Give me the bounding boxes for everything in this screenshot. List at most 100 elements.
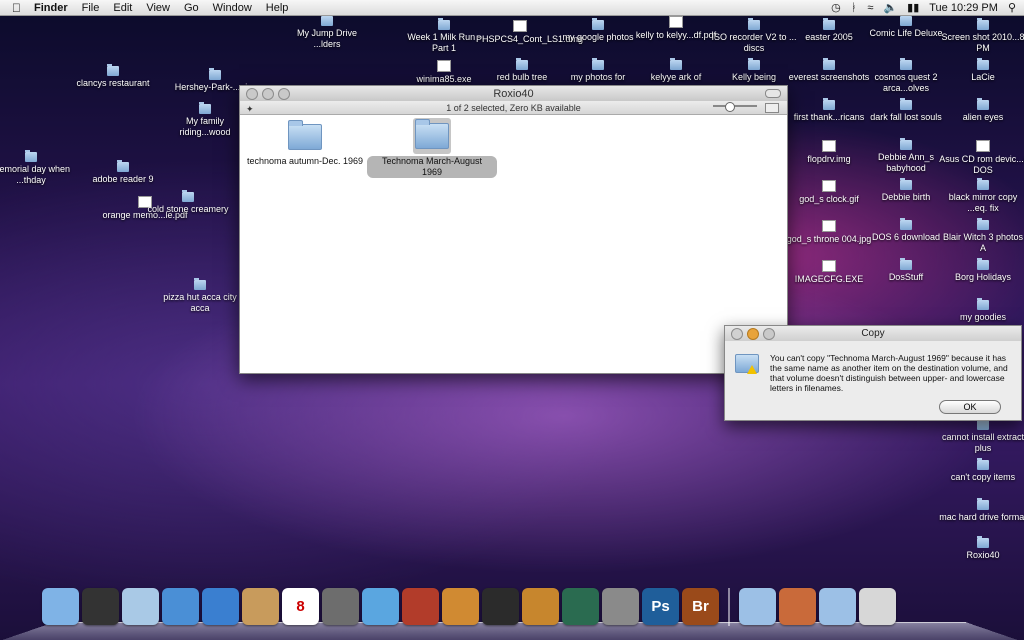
desktop-icon[interactable]: god_s clock.gif [785, 180, 873, 205]
desktop-icon[interactable]: Screen shot 2010...8 PM [939, 18, 1024, 54]
address-book-icon[interactable] [242, 588, 279, 625]
menu-edit[interactable]: Edit [113, 2, 132, 14]
volume-icon[interactable]: 🔈 [883, 1, 897, 14]
desktop-icon[interactable]: clancys restaurant [69, 64, 157, 89]
desktop-icon[interactable]: My family riding...wood [161, 102, 249, 138]
desktop-icon[interactable]: kelyye ark of [632, 58, 720, 83]
desktop-icon-label: adobe reader 9 [92, 174, 154, 184]
folder-icon [900, 98, 912, 110]
desktop-icon[interactable]: my goodies [939, 298, 1024, 323]
desktop-icon[interactable]: kelly to kelyy...df.pdf [632, 16, 720, 41]
bluetooth-icon[interactable]: ᛓ [851, 2, 858, 14]
dashboard-icon[interactable] [82, 588, 119, 625]
desktop-icon[interactable]: god_s throne 004.jpg [785, 220, 873, 245]
document-icon [976, 140, 990, 152]
time-machine-menu-icon[interactable]: ◷ [831, 1, 841, 14]
folder-item-selected[interactable]: Technoma March-August 1969 [367, 118, 497, 178]
battery-icon[interactable]: ▮▮ [907, 1, 919, 14]
folder-icon [194, 278, 206, 290]
desktop-icon[interactable]: Comic Life Deluxe [862, 14, 950, 39]
iphoto-icon[interactable] [442, 588, 479, 625]
desktop-icon[interactable]: cold stone creamery [144, 190, 232, 215]
desktop-icon[interactable]: red bulb tree [478, 58, 566, 83]
menu-go[interactable]: Go [184, 2, 199, 14]
desktop-icon-label: can't copy items [950, 472, 1016, 482]
desktop-icon[interactable]: everest screenshots [785, 58, 873, 83]
ichat-icon[interactable] [202, 588, 239, 625]
desktop-icon[interactable]: mac hard drive format [939, 498, 1024, 523]
imovie-icon[interactable] [482, 588, 519, 625]
desktop-icon[interactable]: Debbie birth [862, 178, 950, 203]
desktop-icon[interactable]: Debbie Ann_s babyhood [862, 138, 950, 174]
spotlight-icon[interactable]: ⚲ [1008, 1, 1016, 14]
desktop-icon[interactable]: adobe reader 9 [79, 160, 167, 185]
desktop-icon[interactable]: dark fall lost souls [862, 98, 950, 123]
menu-extras: ◷ ᛓ ≈ 🔈 ▮▮ Tue 10:29 PM ⚲ [831, 1, 1016, 15]
time-machine-icon[interactable] [562, 588, 599, 625]
desktop-icon[interactable]: IMAGECFG.EXE [785, 260, 873, 285]
desktop-icon[interactable]: Week 1 Milk Run - Part 1 [400, 18, 488, 54]
photo-booth-icon[interactable] [402, 588, 439, 625]
desktop-icon[interactable]: black mirror copy ...eq. fix [939, 178, 1024, 214]
finder-titlebar[interactable]: Roxio40 [240, 86, 787, 101]
desktop-icon[interactable]: flopdrv.img [785, 140, 873, 165]
documents-stack-icon[interactable] [779, 588, 816, 625]
clock[interactable]: Tue 10:29 PM [929, 2, 998, 14]
desktop-icon[interactable]: my google photos [554, 18, 642, 43]
desktop-icon[interactable]: Borg Holidays [939, 258, 1024, 283]
dialog-titlebar[interactable]: Copy [725, 326, 1021, 341]
document-icon [822, 220, 836, 232]
desktop-icon[interactable]: alien eyes [939, 98, 1024, 123]
desktop-icon[interactable]: my photos for [554, 58, 642, 83]
desktop-icon[interactable]: pizza hut acca city acca [156, 278, 244, 314]
desktop-icon[interactable]: can't copy items [939, 458, 1024, 483]
mail-icon[interactable] [122, 588, 159, 625]
desktop-icon[interactable]: DOS 6 download [862, 218, 950, 243]
desktop-icon[interactable]: Asus CD rom devic...r DOS [939, 140, 1024, 176]
desktop-icon[interactable]: first thank...ricans [785, 98, 873, 123]
desktop-icon[interactable]: cannot install extract plus [939, 418, 1024, 454]
desktop-icon[interactable]: memorial day when ...thday [0, 150, 75, 186]
wifi-icon[interactable]: ≈ [867, 2, 873, 14]
itunes-icon[interactable] [362, 588, 399, 625]
documents-folder-icon[interactable] [819, 588, 856, 625]
desktop-icon[interactable]: winima85.exe [400, 60, 488, 85]
desktop-icon[interactable]: cosmos quest 2 arca...olves [862, 58, 950, 94]
menu-view[interactable]: View [146, 2, 170, 14]
preview-icon[interactable] [322, 588, 359, 625]
garageband-icon[interactable] [522, 588, 559, 625]
menu-help[interactable]: Help [266, 2, 289, 14]
desktop-icon-label: dark fall lost souls [870, 112, 942, 122]
trash-icon[interactable] [859, 588, 896, 625]
applications-folder-icon[interactable] [739, 588, 776, 625]
ok-button[interactable]: OK [939, 400, 1001, 414]
desktop-icon-label: Comic Life Deluxe [869, 28, 943, 38]
folder-icon [977, 98, 989, 110]
icon-size-slider[interactable] [713, 102, 757, 112]
folder-item[interactable]: technoma autumn-Dec. 1969 [240, 120, 370, 167]
finder-icon[interactable] [42, 588, 79, 625]
folder-icon [900, 218, 912, 230]
bridge-icon[interactable]: Br [682, 588, 719, 625]
desktop-icon-label: Debbie birth [881, 192, 931, 202]
desktop-icon[interactable]: PHSPCS4_Cont_LS1.dmg [476, 20, 583, 45]
menu-window[interactable]: Window [213, 2, 252, 14]
folder-icon [977, 218, 989, 230]
safari-icon[interactable] [162, 588, 199, 625]
desktop-icon[interactable]: My Jump Drive ...lders [283, 14, 371, 50]
desktop-icon[interactable]: LaCie [939, 58, 1024, 83]
ical-icon[interactable]: 8 [282, 588, 319, 625]
toolbar-toggle-button[interactable] [765, 89, 781, 98]
desktop-icon-label: cannot install extract plus [941, 432, 1024, 453]
desktop-icon[interactable]: easter 2005 [785, 18, 873, 43]
folder-icon [977, 418, 989, 430]
system-preferences-icon[interactable] [602, 588, 639, 625]
menu-finder[interactable]: Finder [34, 2, 68, 14]
desktop-icon[interactable]: Roxio40 [939, 536, 1024, 561]
menu-file[interactable]: File [82, 2, 100, 14]
desktop-icon[interactable]: Blair Witch 3 photos A [939, 218, 1024, 254]
desktop-icon-label: god_s throne 004.jpg [786, 234, 872, 244]
apple-menu-icon[interactable]:  [12, 2, 24, 14]
desktop-icon[interactable]: DosStuff [862, 258, 950, 283]
photoshop-icon[interactable]: Ps [642, 588, 679, 625]
